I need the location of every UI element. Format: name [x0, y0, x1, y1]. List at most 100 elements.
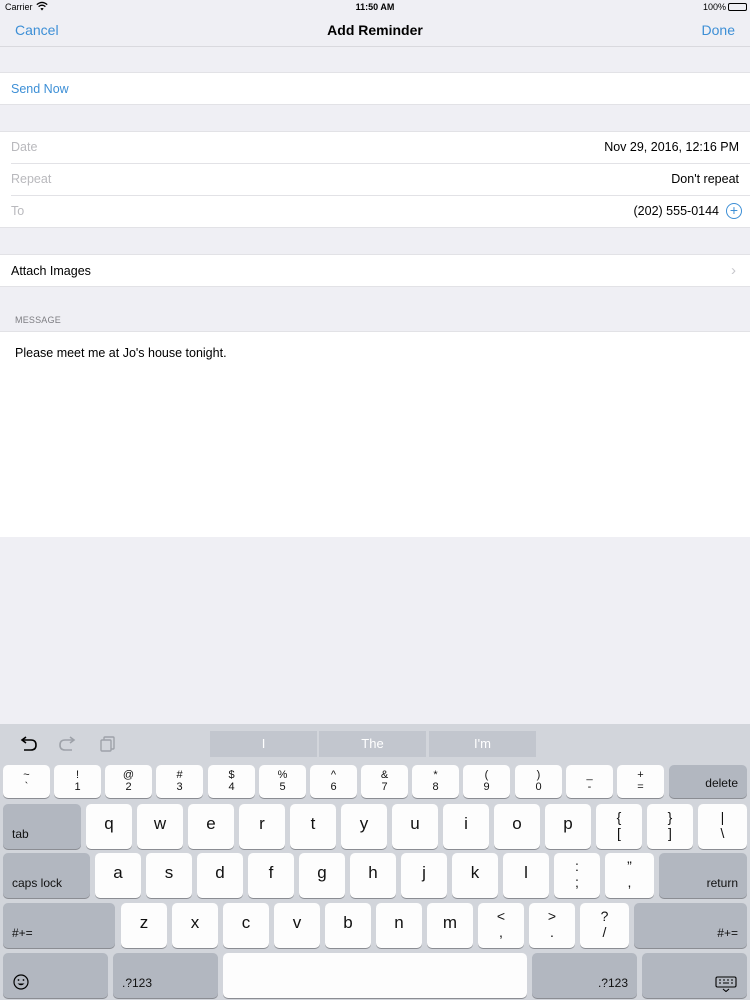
key-symbol: 6: [330, 781, 337, 793]
numbers-key-left[interactable]: .?123: [113, 953, 218, 998]
key-minus[interactable]: _ -: [566, 765, 613, 798]
delete-key[interactable]: delete: [669, 765, 747, 798]
to-value[interactable]: (202) 555-0144: [634, 204, 719, 218]
key-h[interactable]: h: [350, 853, 396, 898]
key-letter: k: [470, 863, 480, 882]
key-symbol: =: [637, 781, 644, 793]
tab-key-label: tab: [12, 827, 29, 841]
key-symbol: ): [536, 769, 541, 781]
key-6[interactable]: ^ 6: [310, 765, 357, 798]
status-time: 11:50 AM: [355, 2, 395, 12]
key-letter: s: [164, 863, 174, 882]
redo-icon[interactable]: [58, 736, 78, 752]
key-2[interactable]: @2: [105, 765, 152, 798]
key-w[interactable]: w: [137, 804, 183, 849]
key-symbol: 5: [279, 781, 286, 793]
repeat-value[interactable]: Don't repeat: [671, 172, 739, 186]
message-section-header: MESSAGE: [15, 315, 61, 325]
done-button[interactable]: Done: [702, 22, 735, 38]
suggestion-2[interactable]: The: [319, 731, 426, 757]
key-p[interactable]: p: [545, 804, 591, 849]
attach-images-label: Attach Images: [11, 264, 91, 278]
key-r[interactable]: r: [239, 804, 285, 849]
date-value[interactable]: Nov 29, 2016, 12:16 PM: [604, 140, 739, 154]
key-z[interactable]: z: [121, 903, 167, 948]
key-m[interactable]: m: [427, 903, 473, 948]
key-o[interactable]: o: [494, 804, 540, 849]
key-bracket-left[interactable]: {[: [596, 804, 642, 849]
caps-lock-key[interactable]: caps lock: [3, 853, 90, 898]
key-symbol: -: [587, 781, 592, 793]
tab-key[interactable]: tab: [3, 804, 81, 849]
emoji-key[interactable]: [3, 953, 108, 998]
suggestion-1[interactable]: I: [210, 731, 317, 757]
key-backslash[interactable]: | \: [698, 804, 747, 849]
key-l[interactable]: l: [503, 853, 549, 898]
key-symbol: ?: [600, 908, 609, 924]
key-u[interactable]: u: [392, 804, 438, 849]
key-quote[interactable]: ”,: [605, 853, 654, 898]
key-b[interactable]: b: [325, 903, 371, 948]
key-9[interactable]: (9: [463, 765, 510, 798]
key-g[interactable]: g: [299, 853, 345, 898]
key-symbol: ~: [23, 769, 30, 781]
symbols-shift-left-key[interactable]: #+=: [3, 903, 115, 948]
key-letter: u: [410, 814, 420, 833]
key-bracket-right[interactable]: }]: [647, 804, 693, 849]
key-period[interactable]: >.: [529, 903, 575, 948]
key-f[interactable]: f: [248, 853, 294, 898]
symbols-shift-right-key[interactable]: #+=: [634, 903, 747, 948]
key-equals[interactable]: + =: [617, 765, 664, 798]
keyboard-dismiss-key[interactable]: [642, 953, 747, 998]
key-letter: d: [215, 863, 225, 882]
symbols-shift-label: #+=: [717, 926, 738, 940]
key-c[interactable]: c: [223, 903, 269, 948]
key-a[interactable]: a: [95, 853, 141, 898]
attach-images-row[interactable]: Attach Images ›: [0, 254, 750, 287]
key-8[interactable]: * 8: [412, 765, 459, 798]
send-now-row[interactable]: Send Now: [0, 72, 750, 105]
key-q[interactable]: q: [86, 804, 132, 849]
key-t[interactable]: t: [290, 804, 336, 849]
numbers-key-right[interactable]: .?123: [532, 953, 637, 998]
emoji-icon: [13, 974, 29, 990]
key-symbol: @: [122, 769, 135, 781]
key-slash[interactable]: ? /: [580, 903, 629, 948]
key-x[interactable]: x: [172, 903, 218, 948]
paste-icon[interactable]: [98, 736, 118, 752]
key-symbol: 7: [381, 781, 388, 793]
plus-circle-icon[interactable]: +: [726, 203, 742, 219]
undo-icon[interactable]: [18, 736, 38, 752]
key-symbol: <: [496, 908, 506, 924]
suggestion-3[interactable]: I'm: [429, 731, 536, 757]
key-4[interactable]: $4: [208, 765, 255, 798]
key-s[interactable]: s: [146, 853, 192, 898]
key-letter: y: [359, 814, 369, 833]
key-3[interactable]: #3: [156, 765, 203, 798]
key-0[interactable]: ) 0: [515, 765, 562, 798]
key-e[interactable]: e: [188, 804, 234, 849]
key-symbol: `: [24, 781, 29, 793]
key-symbol: ,: [499, 924, 503, 940]
message-textarea[interactable]: Please meet me at Jo's house tonight.: [0, 331, 750, 537]
key-semicolon[interactable]: :;: [554, 853, 600, 898]
return-key[interactable]: return: [659, 853, 747, 898]
key-1[interactable]: ! 1: [54, 765, 101, 798]
space-bar[interactable]: [223, 953, 527, 998]
key-7[interactable]: & 7: [361, 765, 408, 798]
key-j[interactable]: j: [401, 853, 447, 898]
key-d[interactable]: d: [197, 853, 243, 898]
key-i[interactable]: i: [443, 804, 489, 849]
key-v[interactable]: v: [274, 903, 320, 948]
key-letter: p: [563, 814, 573, 833]
key-n[interactable]: n: [376, 903, 422, 948]
key-symbol: |: [720, 809, 725, 825]
key-y[interactable]: y: [341, 804, 387, 849]
key-comma[interactable]: <,: [478, 903, 524, 948]
key-k[interactable]: k: [452, 853, 498, 898]
key-backtick[interactable]: ~ `: [3, 765, 50, 798]
send-now-button[interactable]: Send Now: [11, 82, 69, 96]
battery-percent: 100%: [702, 2, 726, 12]
key-symbol: ]: [668, 825, 672, 841]
key-5[interactable]: % 5: [259, 765, 306, 798]
